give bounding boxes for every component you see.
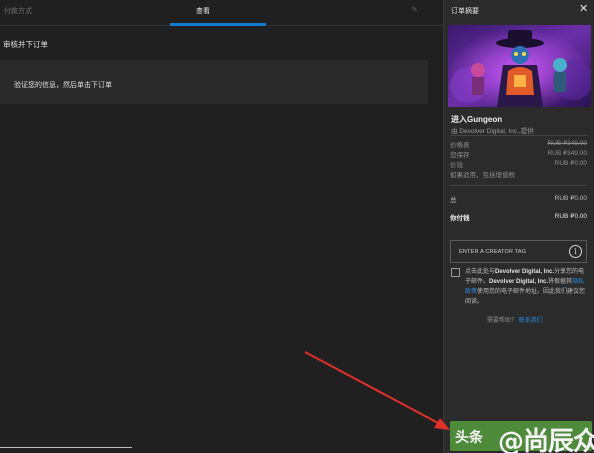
checkout-tabs: 付款方式 查看 ✎	[0, 0, 443, 26]
close-icon[interactable]: ✕	[579, 2, 588, 15]
checkout-main: 付款方式 查看 ✎ 审核并下订单 验证您的信息，然后单击下订单	[0, 0, 443, 453]
savings-value: RUB ₽349.00	[547, 150, 587, 157]
active-tab-indicator	[170, 23, 266, 26]
verify-info-box: 验证您的信息，然后单击下订单	[0, 60, 428, 104]
publisher-text: 由 Devolver Digital, Inc.,提供	[451, 128, 534, 135]
consent-company-name: Devolver Digital, Inc.	[489, 279, 549, 285]
creator-tag-input[interactable]: ENTER A CREATOR TAG i	[450, 240, 587, 263]
price-label: 价格表	[450, 142, 470, 149]
watermark-text-2: @尚辰众原	[498, 427, 594, 453]
order-summary-title: 订单摘要	[451, 8, 479, 15]
cost-value: RUB ₽0.00	[554, 160, 587, 167]
review-heading: 审核并下订单	[3, 40, 48, 49]
tab-payment-method[interactable]: 付款方式	[4, 6, 32, 16]
watermark-text-1: 头条	[455, 430, 483, 446]
consent-text-3: 将根据其	[548, 279, 573, 285]
info-icon[interactable]: i	[569, 245, 582, 258]
consent-text-4: 使用您的电子邮件地址。因此我们建议您阅读。	[465, 289, 586, 305]
total-label: 总	[450, 197, 457, 204]
help-line: 需要帮助？ 联系我们	[487, 315, 543, 324]
price-value: RUB ₽349.00	[547, 140, 587, 147]
contact-us-link[interactable]: 联系我们	[519, 318, 543, 324]
savings-label: 您保存	[450, 152, 470, 159]
order-summary-panel: 订单摘要 ✕ 进入Gungeon 由 Devolver Digital, Inc…	[443, 0, 594, 453]
you-pay-label: 你付钱	[450, 215, 470, 222]
edit-icon[interactable]: ✎	[411, 5, 418, 14]
consent-company-name: Devolver Digital, Inc.	[495, 269, 555, 275]
total-value: RUB ₽0.00	[554, 195, 587, 202]
help-text: 需要帮助？	[487, 318, 518, 324]
consent-text-1: 点击此处与	[465, 269, 496, 275]
you-pay-value: RUB ₽0.00	[554, 213, 587, 220]
cost-label: 价钱	[450, 162, 463, 169]
tax-note: 如果适用，包括增值税	[450, 172, 515, 179]
verify-info-text: 验证您的信息，然后单击下订单	[14, 82, 112, 89]
share-email-consent-text: 点击此处与Devolver Digital, Inc.分享您的电子邮件。Devo…	[465, 267, 587, 307]
creator-tag-placeholder: ENTER A CREATOR TAG	[459, 249, 527, 255]
tab-review[interactable]: 查看	[196, 6, 210, 16]
summary-separator	[450, 135, 587, 136]
game-cover-image	[448, 25, 591, 107]
share-email-checkbox[interactable]	[451, 268, 460, 277]
game-title: 进入Gungeon	[451, 115, 503, 124]
summary-separator	[450, 185, 587, 186]
divider	[0, 447, 132, 448]
